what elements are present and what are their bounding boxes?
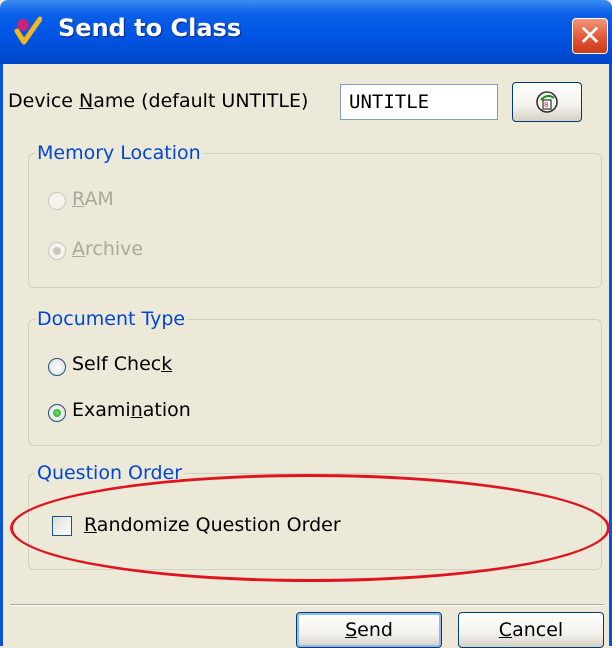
document-type-group: Document Type — [28, 308, 602, 446]
radio-ram-label: RAM — [72, 188, 114, 210]
radio-archive-label: Archive — [72, 238, 144, 260]
svg-text:8: 8 — [544, 101, 548, 109]
radio-examination-label: Examination — [72, 399, 191, 421]
window-frame-left — [0, 64, 3, 646]
radio-archive[interactable] — [48, 242, 66, 260]
calculator-globe-icon: 8 — [536, 91, 558, 113]
radio-self-check-label: Self Check — [72, 353, 173, 375]
randomize-question-order-checkbox[interactable] — [52, 516, 72, 536]
radio-selected-dot — [53, 409, 61, 417]
calculator-select-button[interactable]: 8 — [512, 82, 582, 122]
radio-ram[interactable] — [48, 192, 66, 210]
window-title: Send to Class — [58, 14, 242, 42]
button-separator — [10, 604, 604, 606]
device-name-input[interactable] — [340, 84, 498, 120]
checkmark-app-icon — [14, 16, 42, 45]
document-type-legend: Document Type — [37, 308, 186, 330]
memory-location-legend: Memory Location — [37, 142, 201, 164]
question-order-legend: Question Order — [37, 462, 183, 484]
cancel-button[interactable]: Cancel — [458, 612, 604, 648]
send-button[interactable]: Send — [296, 612, 442, 648]
radio-selected-dot — [53, 247, 61, 255]
randomize-question-order-label: Randomize Question Order — [84, 514, 341, 536]
radio-self-check[interactable] — [48, 358, 66, 376]
memory-location-group: Memory Location — [28, 142, 602, 288]
close-icon: ✕ — [578, 19, 602, 52]
device-name-label: Device Name (default UNTITLE) — [8, 90, 309, 112]
radio-examination[interactable] — [48, 404, 66, 422]
title-bar: Send to Class ✕ — [0, 0, 612, 64]
close-button[interactable]: ✕ — [572, 18, 608, 54]
